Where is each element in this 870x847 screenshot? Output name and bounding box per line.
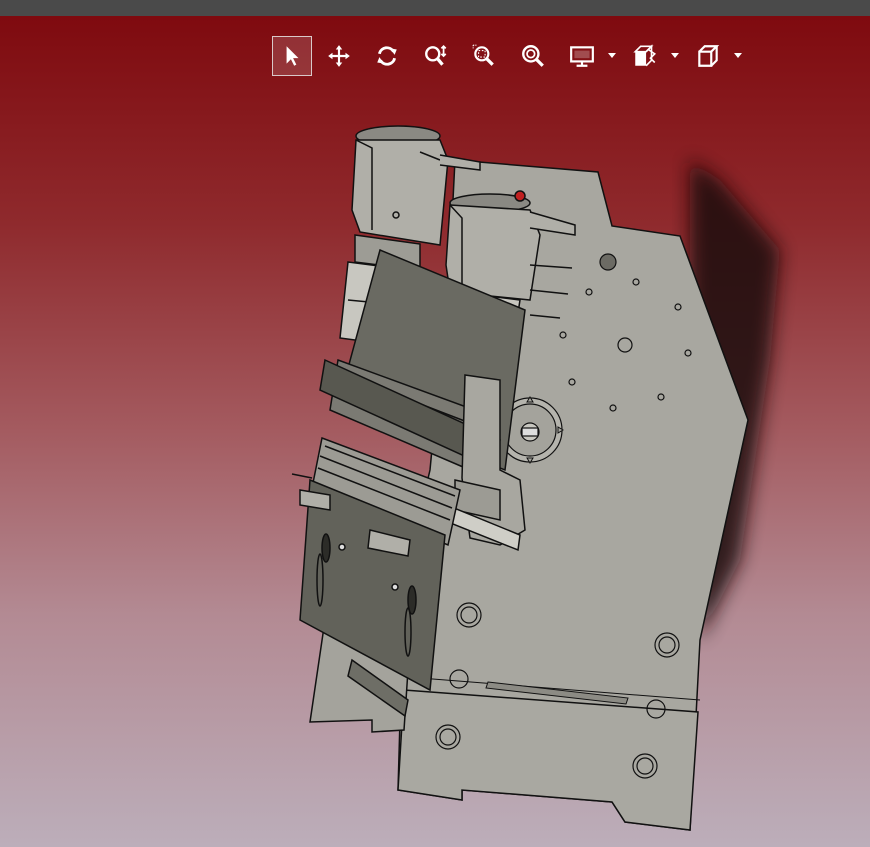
move-arrows-icon	[328, 45, 350, 67]
zoom-window-icon	[472, 44, 494, 66]
view-toolbar	[270, 36, 750, 76]
chevron-down-icon	[671, 53, 679, 58]
view-orientation-tool-button[interactable]	[688, 36, 728, 76]
zoom-in-out-tool-button[interactable]	[416, 36, 456, 76]
display-mode-tool-button[interactable]	[562, 36, 602, 76]
monitor-icon	[570, 46, 594, 67]
display-mode-dropdown-caret[interactable]	[606, 50, 618, 62]
zoom-fit-tool-button[interactable]	[513, 36, 553, 76]
view-orientation-dropdown-caret[interactable]	[732, 50, 744, 62]
rotate-icon	[377, 46, 397, 66]
cube-icon	[698, 45, 720, 67]
section-box-icon	[633, 44, 657, 67]
pan-tool-button[interactable]	[319, 36, 359, 76]
3d-model-press-brake[interactable]	[0, 16, 870, 847]
zoom-window-tool-button[interactable]	[464, 36, 504, 76]
rotate-tool-button[interactable]	[367, 36, 407, 76]
zoom-updown-icon	[425, 45, 447, 66]
chevron-down-icon	[608, 53, 616, 58]
cursor-arrow-icon	[286, 46, 299, 66]
zoom-fit-icon	[522, 45, 544, 67]
window-title-bar	[0, 0, 870, 16]
select-tool-button[interactable]	[272, 36, 312, 76]
3d-viewport[interactable]	[0, 16, 870, 847]
sectioning-dropdown-caret[interactable]	[669, 50, 681, 62]
sectioning-tool-button[interactable]	[625, 36, 665, 76]
chevron-down-icon	[734, 53, 742, 58]
